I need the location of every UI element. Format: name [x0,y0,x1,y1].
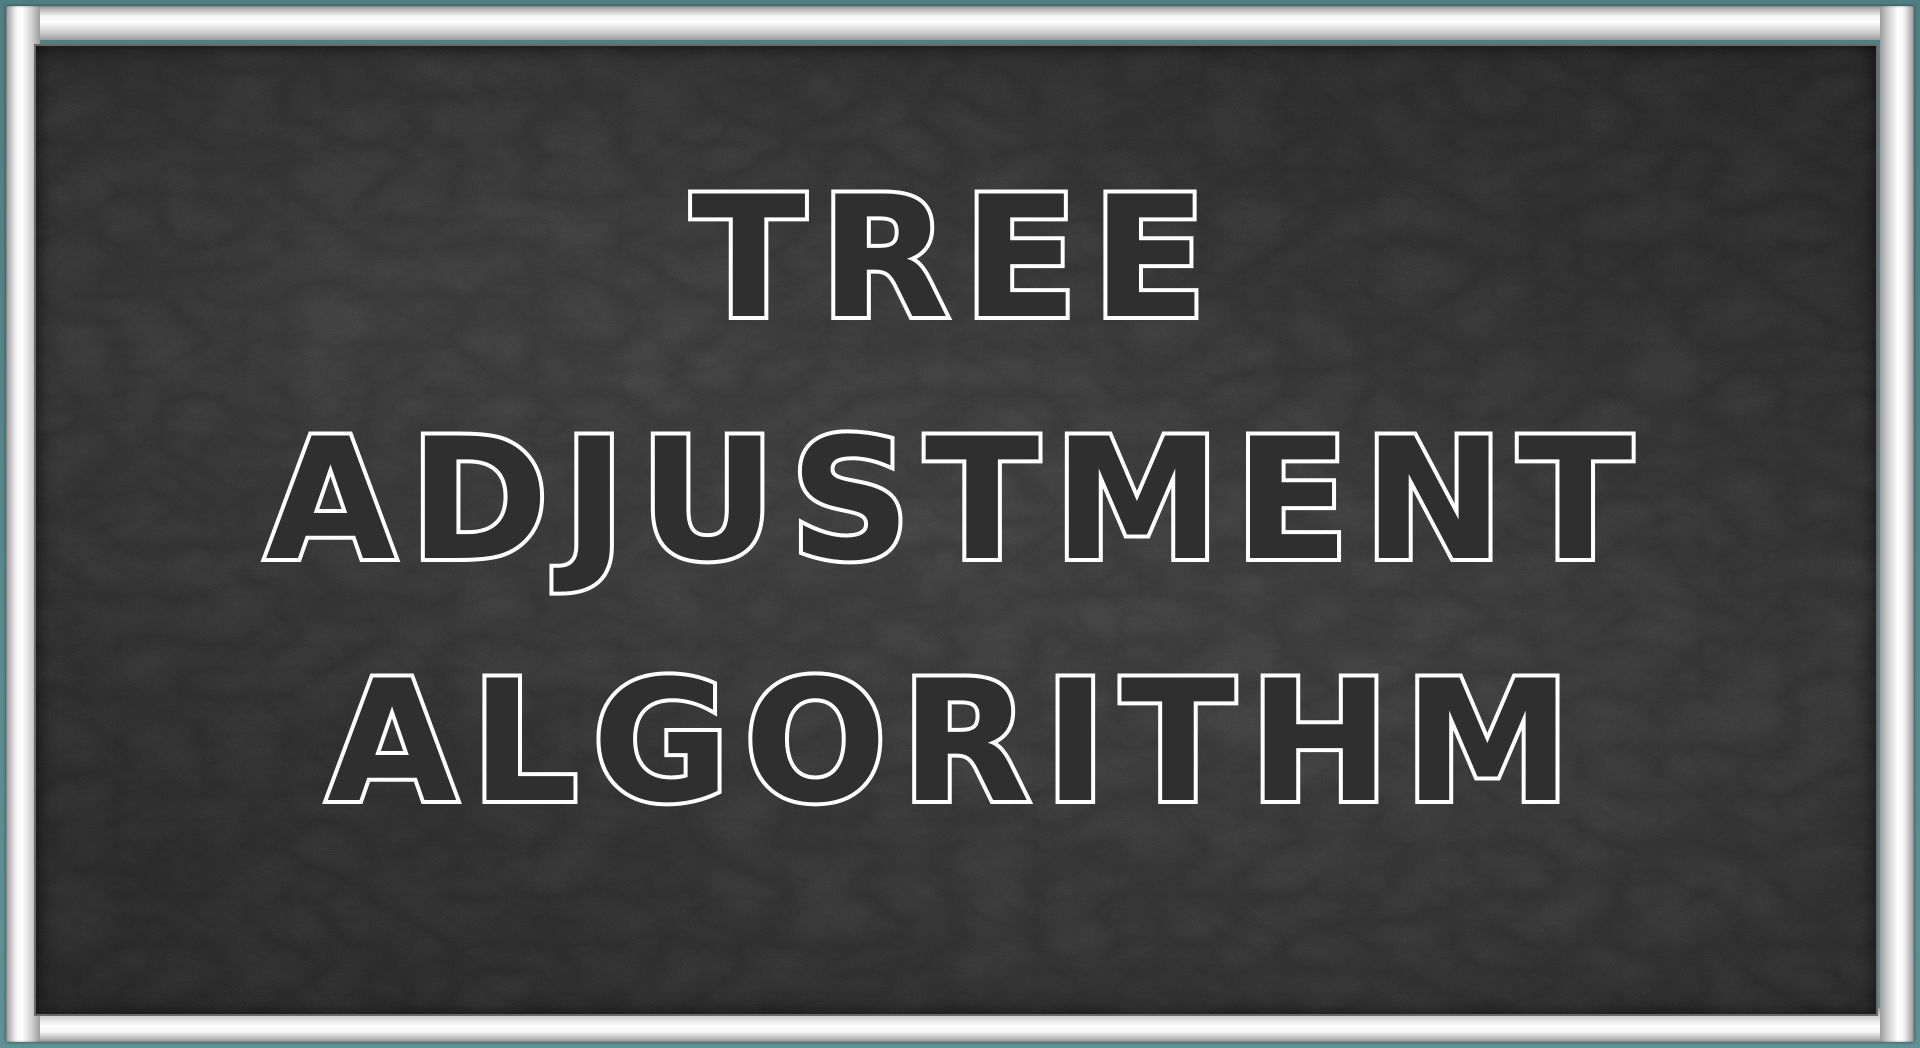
title-block: TREE ADJUSTMENT ALGORITHM [36,46,1876,1014]
leather-background-panel: TREE ADJUSTMENT ALGORITHM [36,46,1876,1014]
title-line-2: ADJUSTMENT [261,402,1647,598]
title-line-1: TREE [687,160,1221,356]
title-line-3: ALGORITHM [323,644,1586,840]
